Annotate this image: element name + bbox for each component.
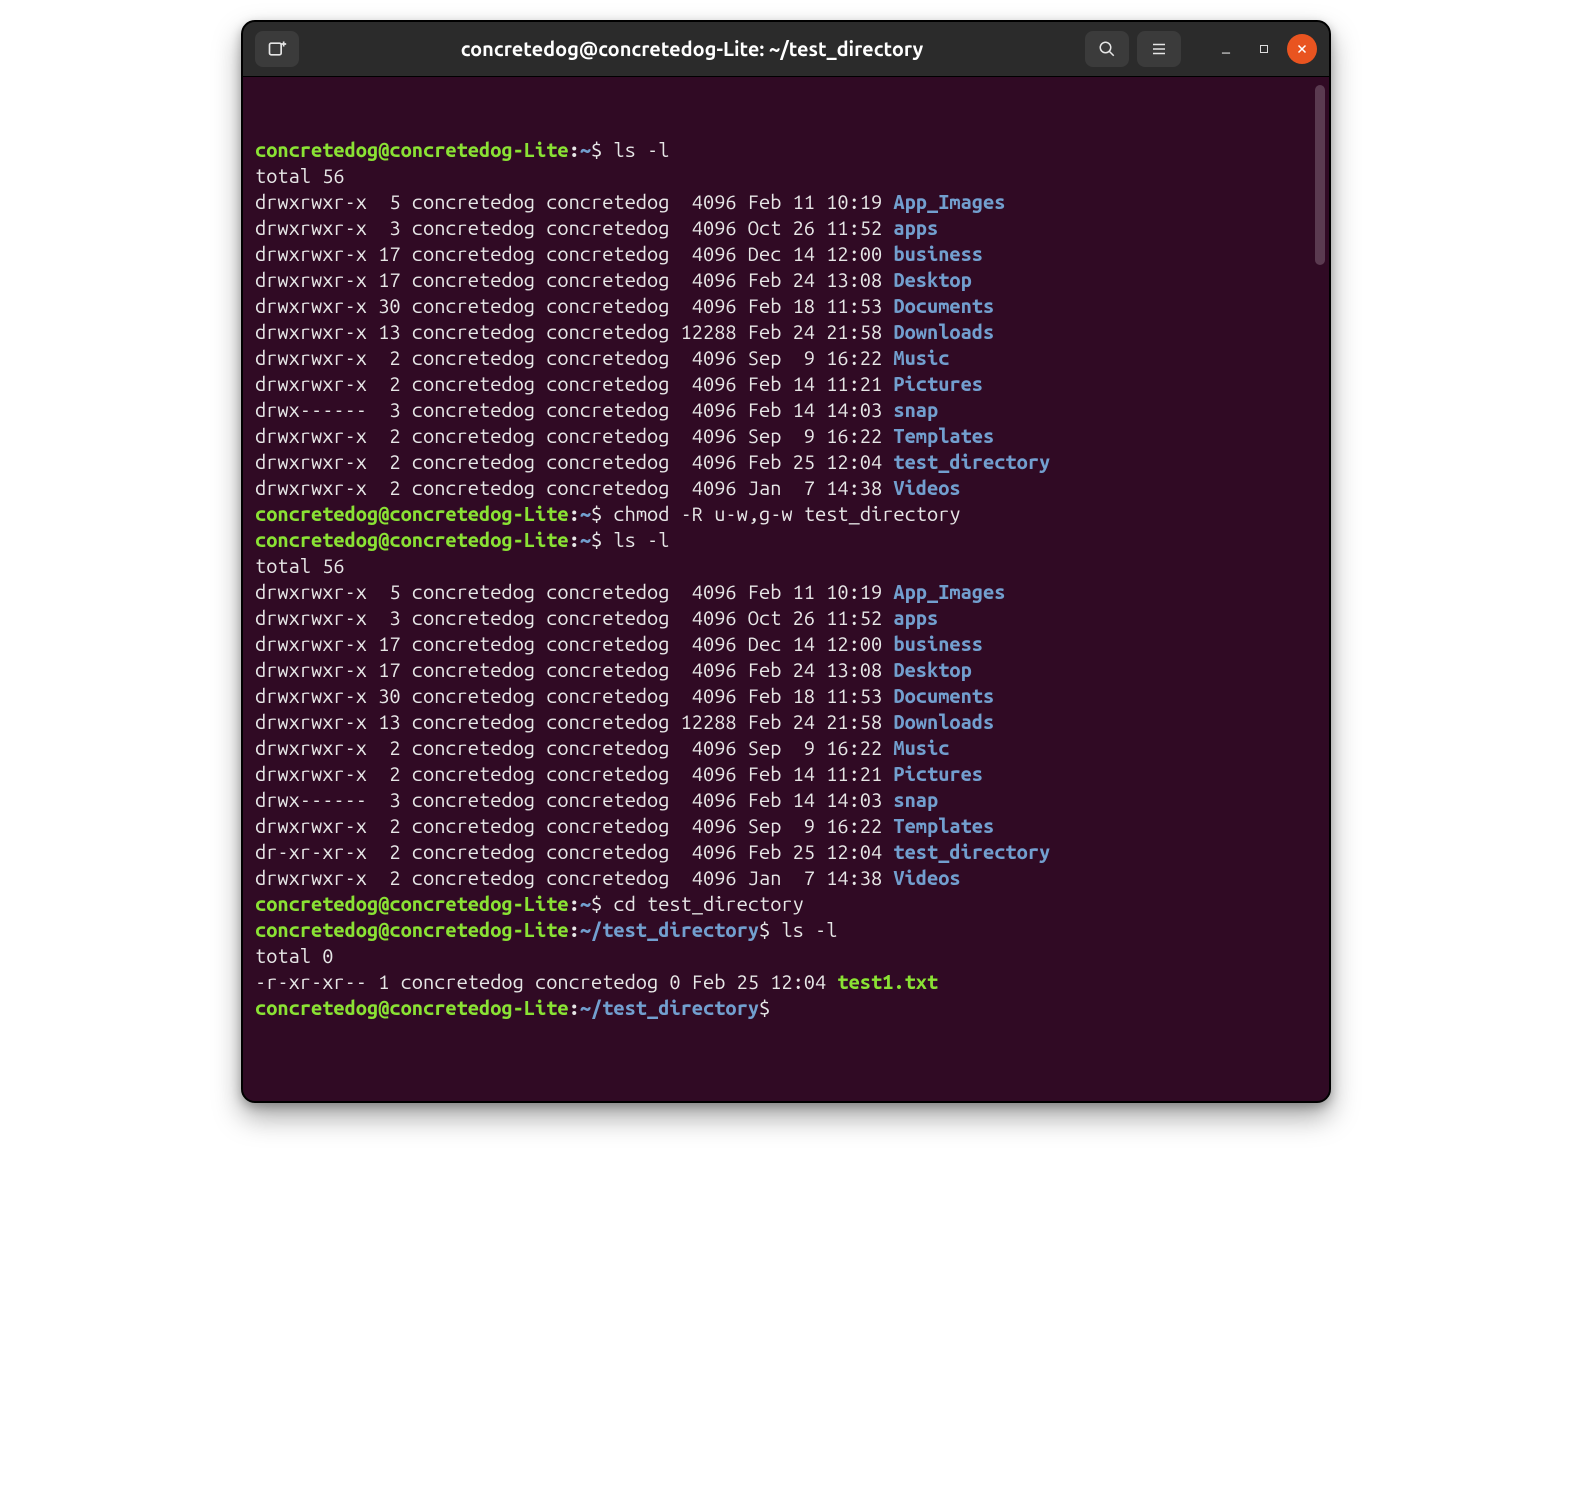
maximize-button[interactable] <box>1249 34 1279 64</box>
scrollbar-thumb[interactable] <box>1315 85 1325 265</box>
titlebar: concretedog@concretedog-Lite: ~/test_dir… <box>243 22 1329 77</box>
minimize-button[interactable] <box>1211 34 1241 64</box>
close-button[interactable] <box>1287 34 1317 64</box>
terminal-content: concretedog@concretedog-Lite:~$ ls -l to… <box>255 137 1317 1021</box>
new-tab-button[interactable] <box>255 31 299 67</box>
hamburger-menu-button[interactable] <box>1137 31 1181 67</box>
window-title: concretedog@concretedog-Lite: ~/test_dir… <box>307 39 1077 59</box>
search-button[interactable] <box>1085 31 1129 67</box>
terminal-window: concretedog@concretedog-Lite: ~/test_dir… <box>241 20 1331 1103</box>
terminal-body[interactable]: concretedog@concretedog-Lite:~$ ls -l to… <box>243 77 1329 1101</box>
